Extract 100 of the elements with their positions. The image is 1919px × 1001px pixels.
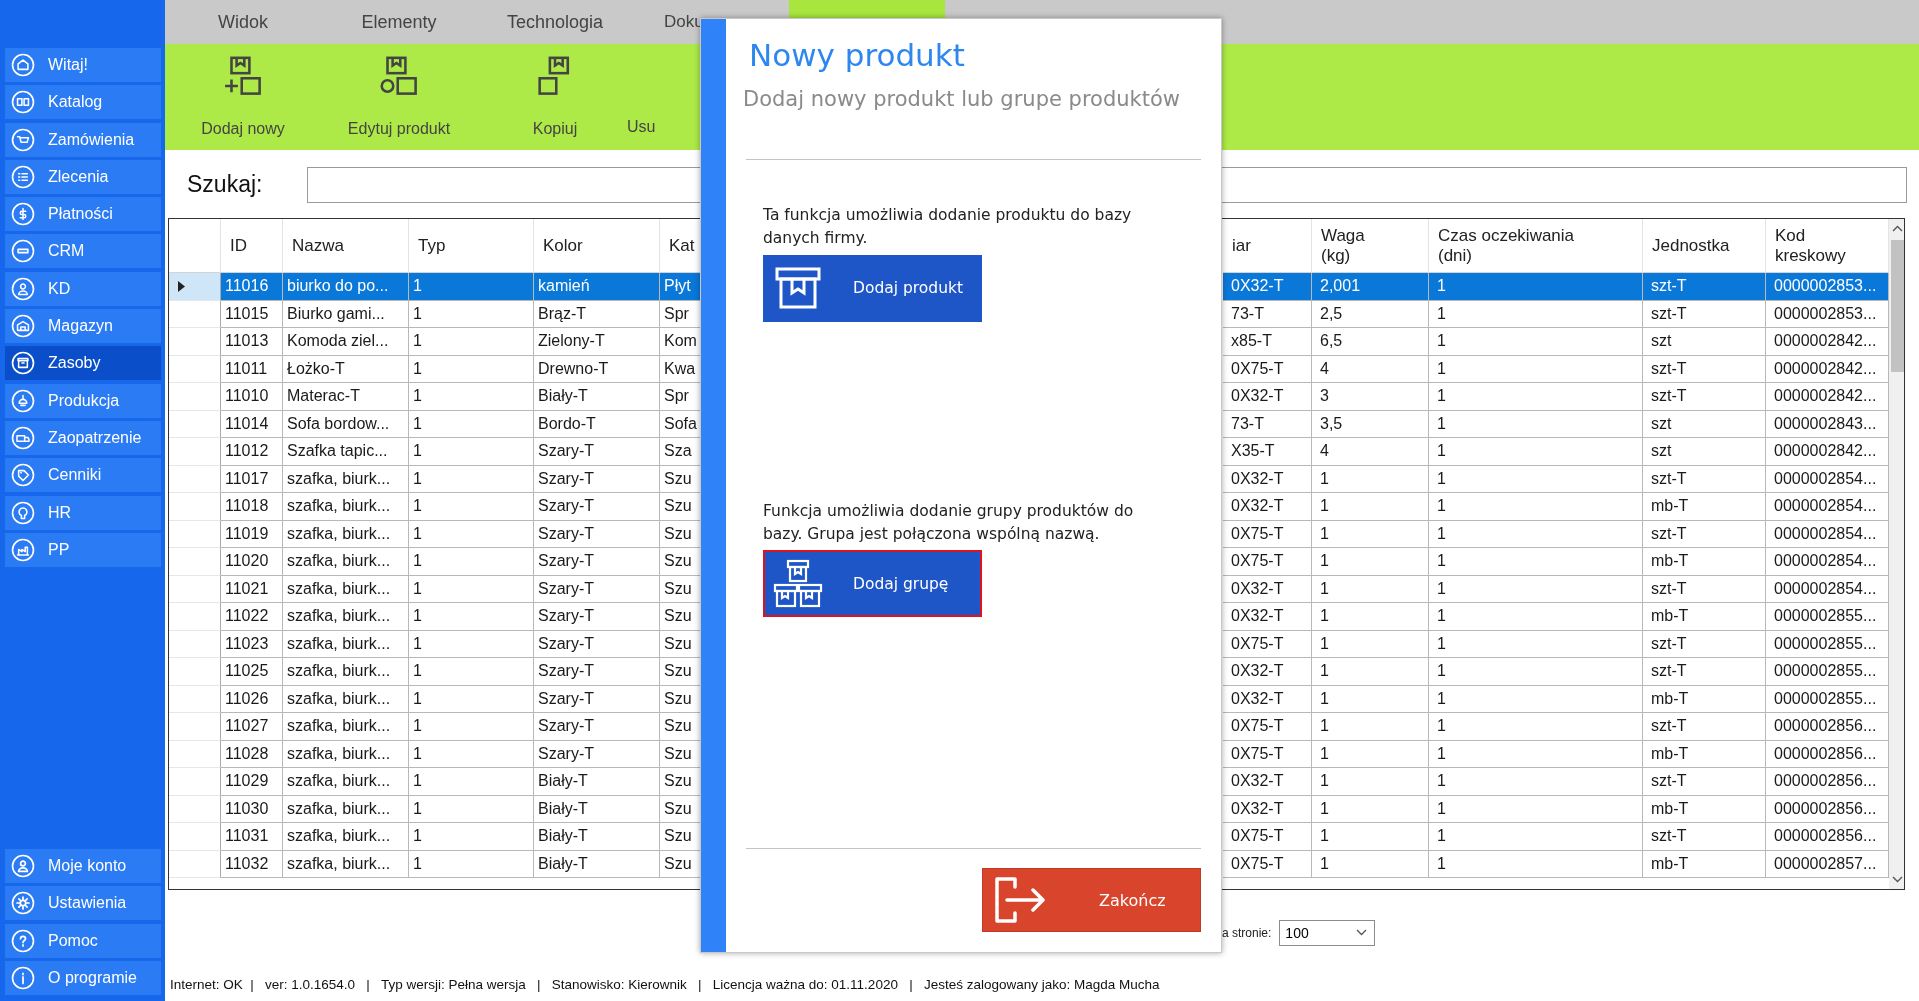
tab[interactable]: Technologia (477, 0, 633, 44)
table-cell: 1 (1429, 685, 1643, 713)
table-cell: Szary-T (534, 685, 660, 713)
toolbar-button[interactable]: Edytuj produkt (321, 44, 477, 150)
book-icon (11, 90, 35, 115)
table-cell: 1 (1312, 465, 1429, 493)
table-cell: 1 (1429, 740, 1643, 768)
table-cell: szafka, biurk... (283, 740, 409, 768)
box-icon (11, 351, 35, 376)
sidebar-item[interactable]: CRM (5, 234, 161, 269)
table-cell: 1 (1312, 713, 1429, 741)
sidebar-item[interactable]: Zamówienia (5, 122, 161, 157)
dropdown-caret-icon (1356, 929, 1368, 936)
table-cell: 1 (1312, 520, 1429, 548)
table-cell: 0X32-T (1223, 795, 1312, 823)
sidebar-item[interactable]: Płatności (5, 197, 161, 232)
add-button[interactable]: Dodaj produkt (763, 254, 982, 322)
factory-icon (11, 537, 35, 562)
help-icon (11, 928, 35, 953)
table-cell: szafka, biurk... (283, 795, 409, 823)
table-cell: 1 (1312, 850, 1429, 878)
sidebar-item[interactable]: Zaopatrzenie (5, 420, 161, 455)
sidebar-item[interactable]: Moje konto (5, 849, 161, 884)
table-cell: 1 (1429, 630, 1643, 658)
table-cell: szafka, biurk... (283, 713, 409, 741)
person-icon (11, 276, 35, 301)
table-cell: szafka, biurk... (283, 603, 409, 631)
table-cell: 0X75-T (1223, 740, 1312, 768)
table-cell: 1 (409, 603, 534, 631)
close-button[interactable]: Zakończ (982, 868, 1201, 932)
sidebar-item[interactable]: Ustawienia (5, 886, 161, 921)
table-cell: 1 (409, 713, 534, 741)
table-cell: szafka, biurk... (283, 493, 409, 521)
sidebar-item[interactable]: KD (5, 271, 161, 306)
table-cell: 1 (1312, 575, 1429, 603)
table-cell: 11026 (221, 685, 283, 713)
table-cell: 1 (409, 438, 534, 466)
sidebar-item[interactable]: Pomoc (5, 923, 161, 958)
scrollbar[interactable] (1889, 219, 1904, 889)
table-cell: 11010 (221, 383, 283, 411)
table-cell: szt-T (1643, 630, 1766, 658)
table-cell: kamień (534, 273, 660, 301)
sidebar-item[interactable]: PP (5, 532, 161, 567)
table-cell: mb-T (1643, 850, 1766, 878)
table-cell: 11013 (221, 328, 283, 356)
table-cell: Szafka tapic... (283, 438, 409, 466)
table-cell: 0X75-T (1223, 713, 1312, 741)
tab[interactable]: Elementy (321, 0, 477, 44)
table-cell: 0000002853... (1766, 273, 1889, 301)
scroll-down-icon[interactable] (1892, 876, 1903, 883)
table-cell: 1 (1429, 823, 1643, 851)
add-button[interactable]: Dodaj grupę (763, 550, 982, 617)
sidebar-item[interactable]: Magazyn (5, 309, 161, 344)
table-cell: 1 (1429, 575, 1643, 603)
sidebar-item[interactable]: Cenniki (5, 458, 161, 493)
table-cell: 1 (409, 658, 534, 686)
list-icon (11, 164, 35, 189)
page-size-select[interactable]: 100 (1279, 919, 1376, 946)
scroll-thumb[interactable] (1891, 240, 1904, 372)
table-cell: 11029 (221, 768, 283, 796)
sidebar-item[interactable]: Zasoby (5, 346, 161, 381)
sidebar-item[interactable]: Katalog (5, 85, 161, 120)
table-cell: Biały-T (534, 768, 660, 796)
table-cell: 1 (1429, 768, 1643, 796)
table-cell: 0X75-T (1223, 850, 1312, 878)
table-cell: mb-T (1643, 493, 1766, 521)
table-cell: 1 (1312, 795, 1429, 823)
table-cell: 11023 (221, 630, 283, 658)
table-cell: mb-T (1643, 603, 1766, 631)
table-cell: szt (1643, 328, 1766, 356)
table-cell: 11016 (221, 273, 283, 301)
table-cell: 1 (1312, 823, 1429, 851)
scroll-up-icon[interactable] (1892, 225, 1903, 232)
table-cell: Materac-T (283, 383, 409, 411)
table-cell: 11011 (221, 355, 283, 383)
sidebar-item[interactable]: Zlecenia (5, 159, 161, 194)
table-cell: Szary-T (534, 465, 660, 493)
row-pointer-icon (177, 280, 185, 292)
table-cell: szt-T (1643, 273, 1766, 301)
dialog-subtitle: Dodaj nowy produkt lub grupe produktów (743, 87, 1181, 111)
sidebar-item[interactable]: O programie (5, 961, 161, 995)
table-cell: 0X75-T (1223, 823, 1312, 851)
table-cell: 1 (1312, 685, 1429, 713)
person-icon (11, 854, 35, 879)
table-cell: mb-T (1643, 548, 1766, 576)
sidebar-item[interactable]: Witaj! (5, 48, 161, 82)
row-header[interactable] (169, 273, 221, 301)
boxes-icon (773, 558, 823, 609)
sidebar-item[interactable]: HR (5, 495, 161, 530)
table-cell: 1 (409, 795, 534, 823)
table-cell: Szary-T (534, 493, 660, 521)
table-cell: 1 (409, 300, 534, 328)
pill-icon (11, 239, 35, 264)
tab[interactable]: Widok (165, 0, 321, 44)
table-cell: 11032 (221, 850, 283, 878)
toolbar-button[interactable]: Dodaj nowy (165, 44, 321, 150)
table-cell: 1 (409, 630, 534, 658)
sidebar-item[interactable]: Produkcja (5, 383, 161, 418)
table-cell: szt-T (1643, 520, 1766, 548)
table-cell: 73-T (1223, 410, 1312, 438)
